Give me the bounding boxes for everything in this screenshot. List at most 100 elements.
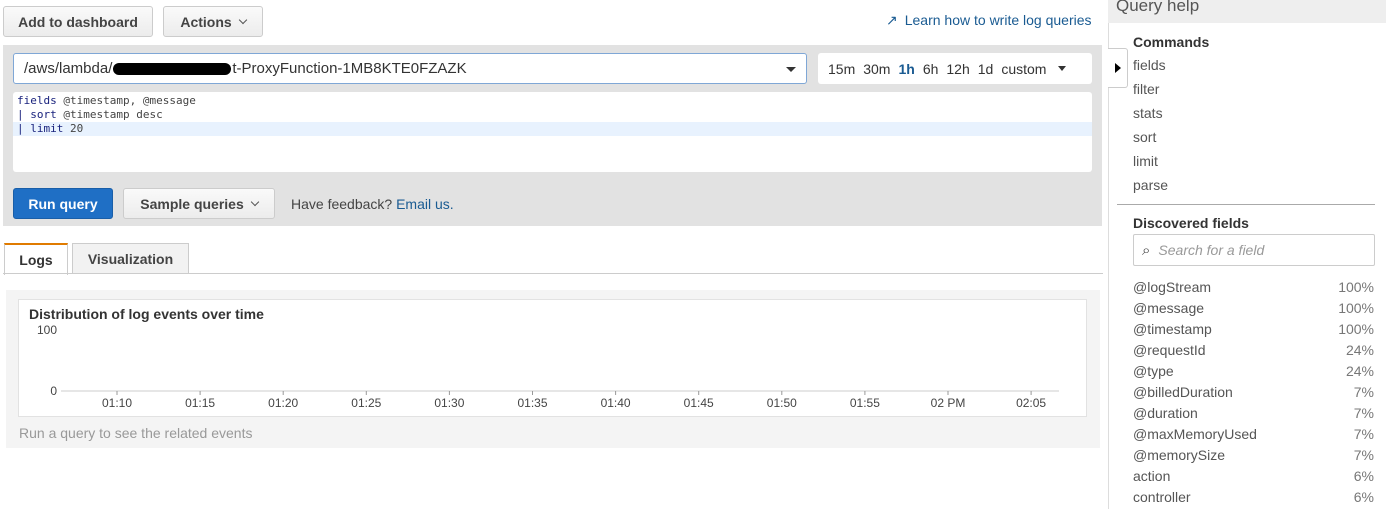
chevron-down-icon [250,197,259,206]
empty-message: Run a query to see the related events [19,425,253,441]
field-percent: 6% [1353,489,1374,505]
actions-button[interactable]: Actions [163,6,263,37]
divider [1117,204,1375,205]
actions-label: Actions [180,13,232,30]
histogram-chart: Distribution of log events over time 100… [18,299,1087,417]
command-filter[interactable]: filter [1133,81,1159,97]
field-item[interactable]: @memorySize 7% [1133,447,1374,463]
add-to-dashboard-label: Add to dashboard [18,13,138,30]
search-placeholder: Search for a field [1158,242,1265,258]
x-tick-label: 01:50 [767,396,797,410]
time-custom[interactable]: custom [1001,61,1046,77]
field-name: @timestamp [1133,321,1212,337]
field-name: controller [1133,489,1191,505]
field-name: @duration [1133,405,1198,421]
email-link[interactable]: Email us. [396,196,454,212]
caret-down-icon [786,67,796,72]
caret-down-icon [1058,66,1067,71]
redaction [113,62,232,75]
field-name: @requestId [1133,342,1206,358]
x-tick-label: 02 PM [931,396,966,410]
query-help-title: Query help [1108,0,1386,23]
add-to-dashboard-button[interactable]: Add to dashboard [3,6,153,37]
run-query-label: Run query [28,195,98,212]
field-name: @message [1133,300,1205,316]
sample-queries-button[interactable]: Sample queries [123,188,275,219]
field-item[interactable]: @billedDuration 7% [1133,384,1374,400]
log-group-suffix: t-ProxyFunction-1MB8KTE0FZAZK [232,60,467,77]
query-keyword: | sort [17,108,57,121]
log-group-select[interactable]: /aws/lambda/t-ProxyFunction-1MB8KTE0FZAZ… [13,53,807,84]
x-tick-label: 01:10 [102,396,132,410]
chart-svg: 100 0 01:10 01:15 01:20 01:25 01:30 01:35 01:40 0… [37,323,1059,410]
command-stats[interactable]: stats [1133,105,1163,121]
x-tick-label: 01:45 [684,396,714,410]
field-name: @logStream [1133,279,1212,295]
run-query-button[interactable]: Run query [13,188,113,219]
commands-title: Commands [1133,34,1210,50]
field-item[interactable]: @requestId 24% [1133,342,1374,358]
x-tick-label: 01:55 [850,396,880,410]
log-group-prefix: /aws/lambda/ [24,60,113,77]
x-tick-label: 01:25 [351,396,381,410]
learn-link-text: Learn how to write log queries [904,12,1092,28]
field-name: @billedDuration [1133,384,1233,400]
discovered-fields-title: Discovered fields [1133,215,1249,231]
command-fields[interactable]: fields [1133,57,1166,73]
command-sort[interactable]: sort [1133,129,1156,145]
external-link-icon: ↗ [886,12,898,28]
query-args: 20 [63,122,84,135]
field-percent: 24% [1345,342,1374,358]
field-item[interactable]: @timestamp 100% [1133,321,1374,337]
time-12h[interactable]: 12h [946,61,969,77]
search-icon: ⌕ [1142,241,1151,259]
field-item[interactable]: @message 100% [1133,300,1374,316]
tab-visualization-label: Visualization [87,251,174,267]
query-args: @timestamp desc [56,108,163,121]
feedback-text: Have feedback? [291,196,393,212]
field-name: @type [1133,363,1174,379]
chevron-down-icon [238,15,247,24]
sample-queries-label: Sample queries [140,195,244,212]
field-item[interactable]: action 6% [1133,468,1374,484]
field-percent: 7% [1353,426,1374,442]
field-percent: 6% [1353,468,1374,484]
field-item[interactable]: @type 24% [1133,363,1374,379]
field-name: @maxMemoryUsed [1133,426,1257,442]
tab-divider [3,273,1103,274]
tab-visualization[interactable]: Visualization [72,243,189,274]
query-editor[interactable]: fields @timestamp, @message | sort @time… [13,92,1092,172]
collapse-panel-toggle[interactable] [1108,48,1128,88]
tab-logs-label: Logs [19,252,53,268]
field-percent: 7% [1353,384,1374,400]
x-tick-label: 01:30 [434,396,464,410]
field-name: action [1133,468,1171,484]
time-15m[interactable]: 15m [828,61,855,77]
y-tick-label: 100 [37,323,57,337]
field-percent: 100% [1338,279,1374,295]
field-percent: 7% [1353,405,1374,421]
field-name: @memorySize [1133,447,1226,463]
x-tick-label: 01:40 [601,396,631,410]
learn-queries-link[interactable]: ↗ Learn how to write log queries [886,12,1092,29]
field-item[interactable]: @maxMemoryUsed 7% [1133,426,1374,442]
x-tick-label: 01:20 [268,396,298,410]
x-tick-label: 01:15 [185,396,215,410]
field-search-input[interactable]: ⌕ Search for a field [1133,234,1375,266]
x-tick-label: 01:35 [517,396,547,410]
field-item[interactable]: @logStream 100% [1133,279,1374,295]
field-percent: 24% [1345,363,1374,379]
tab-logs[interactable]: Logs [4,243,68,275]
time-30m[interactable]: 30m [863,61,890,77]
time-1d[interactable]: 1d [978,61,994,77]
y-tick-label: 0 [50,384,57,398]
command-limit[interactable]: limit [1133,153,1158,169]
field-item[interactable]: @duration 7% [1133,405,1374,421]
field-item[interactable]: controller 6% [1133,489,1374,505]
time-1h[interactable]: 1h [898,61,914,77]
x-tick-label: 02:05 [1016,396,1046,410]
time-range-selector[interactable]: 15m 30m 1h 6h 12h 1d custom [818,53,1092,84]
time-6h[interactable]: 6h [923,61,939,77]
command-parse[interactable]: parse [1133,177,1168,193]
field-percent: 7% [1353,447,1374,463]
